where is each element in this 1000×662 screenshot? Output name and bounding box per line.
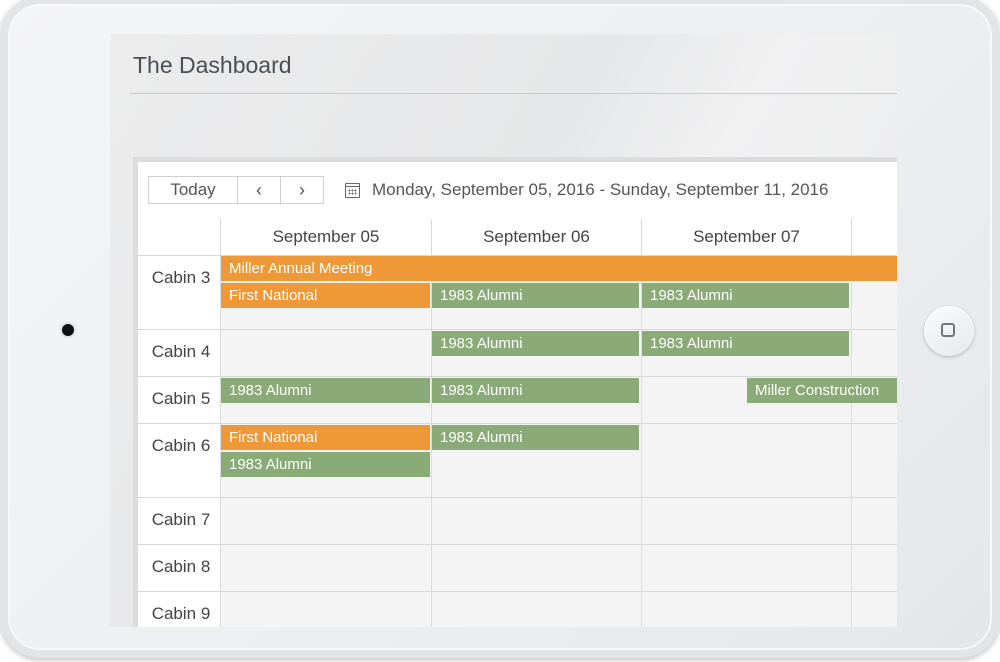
timeline-cell[interactable] (220, 545, 431, 591)
day-header: September 07 (641, 219, 851, 255)
event-bar[interactable]: First National (221, 425, 430, 450)
resource-label: Cabin 6 (138, 424, 225, 497)
scheduler-toolbar: Today ‹ › Monday, September 05, 2016 - S… (138, 162, 897, 220)
event-bar[interactable]: 1983 Alumni (642, 331, 849, 356)
timeline-cell[interactable] (641, 498, 851, 544)
event-bar[interactable]: First National (221, 283, 430, 308)
resource-label: Cabin 7 (138, 498, 225, 544)
resource-row: Cabin 7 (138, 498, 897, 545)
timeline-cell[interactable] (220, 592, 431, 627)
resource-row: Cabin 6 First National 1983 Alumni 1983 … (138, 424, 897, 498)
resource-row: Cabin 9 (138, 592, 897, 627)
resource-row: Cabin 4 1983 Alumni 1983 Alumni (138, 330, 897, 377)
camera-icon (62, 324, 74, 336)
event-bar[interactable]: 1983 Alumni (432, 283, 639, 308)
today-button[interactable]: Today (149, 177, 238, 203)
timeline-cell[interactable] (641, 592, 851, 627)
timeline-cell[interactable] (641, 424, 851, 497)
event-bar[interactable]: 1983 Alumni (221, 378, 430, 403)
event-bar[interactable]: 1983 Alumni (432, 425, 639, 450)
day-header: September 05 (220, 219, 431, 255)
nav-button-group: Today ‹ › (148, 176, 324, 204)
day-header-row: September 05 September 06 September 07 (138, 219, 897, 256)
home-button[interactable] (924, 306, 974, 356)
event-bar[interactable]: 1983 Alumni (221, 452, 430, 477)
event-bar[interactable]: Miller Annual Meeting (221, 256, 897, 281)
resource-label: Cabin 4 (138, 330, 225, 376)
resource-label: Cabin 3 (138, 256, 225, 329)
timeline-cell[interactable] (431, 498, 641, 544)
timeline-cell[interactable] (431, 545, 641, 591)
resource-label: Cabin 5 (138, 377, 225, 423)
resource-label: Cabin 8 (138, 545, 225, 591)
screen: The Dashboard Today ‹ › Monday, Septembe… (110, 34, 897, 627)
day-header: September 06 (431, 219, 641, 255)
timeline-cell[interactable] (851, 330, 897, 376)
scheduler: Today ‹ › Monday, September 05, 2016 - S… (133, 157, 897, 627)
event-bar[interactable]: 1983 Alumni (432, 378, 639, 403)
timeline-cell[interactable] (851, 592, 897, 627)
home-square-icon (941, 323, 955, 337)
timeline-cell[interactable] (851, 424, 897, 497)
event-bar[interactable]: 1983 Alumni (432, 331, 639, 356)
timeline-cell[interactable] (851, 545, 897, 591)
timeline-cell[interactable] (641, 545, 851, 591)
resource-label: Cabin 9 (138, 592, 225, 627)
timeline-cell[interactable] (220, 330, 431, 376)
resource-row: Cabin 5 1983 Alumni 1983 Alumni Miller C… (138, 377, 897, 424)
timeline-cell[interactable] (851, 498, 897, 544)
tablet-frame: The Dashboard Today ‹ › Monday, Septembe… (0, 0, 1000, 658)
resource-row: Cabin 8 (138, 545, 897, 592)
date-range-label: Monday, September 05, 2016 - Sunday, Sep… (372, 180, 829, 199)
page-title: The Dashboard (133, 52, 292, 78)
event-bar[interactable]: 1983 Alumni (642, 283, 849, 308)
timeline-cell[interactable] (431, 592, 641, 627)
date-range-picker[interactable]: Monday, September 05, 2016 - Sunday, Sep… (345, 180, 828, 200)
next-button[interactable]: › (281, 177, 323, 203)
calendar-icon (345, 182, 360, 198)
prev-button[interactable]: ‹ (238, 177, 281, 203)
event-bar[interactable]: Miller Construction (747, 378, 897, 403)
title-divider (130, 93, 897, 94)
day-header (851, 219, 897, 255)
resource-row: Cabin 3 Miller Annual Meeting First Nati… (138, 256, 897, 330)
timeline-cell[interactable] (220, 498, 431, 544)
